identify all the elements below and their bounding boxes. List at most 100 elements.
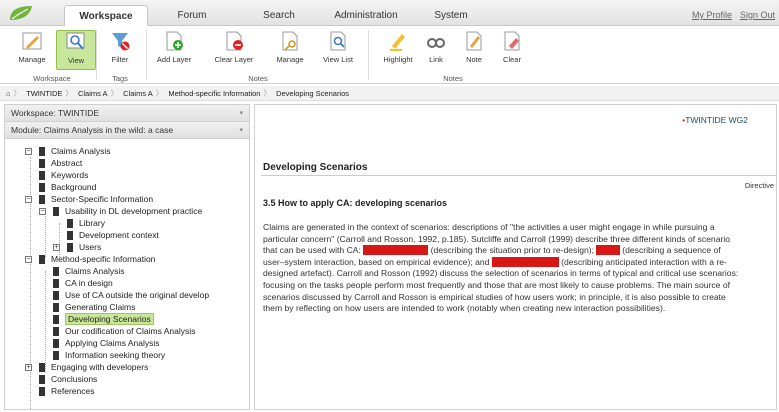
tree-node[interactable]: CA in design (53, 278, 113, 289)
tree-node[interactable]: Development context (67, 230, 159, 241)
breadcrumb-item[interactable]: Claims A (78, 86, 108, 101)
tree-node[interactable]: + Engaging with developers (25, 362, 148, 373)
breadcrumb-separator: 〉 (110, 89, 119, 98)
filter-button[interactable]: Filter (100, 30, 140, 70)
workgroup-badge: •TWINTIDE WG2 (682, 115, 748, 125)
section-body: Claims are generated in the context of s… (263, 222, 739, 314)
tree-node-selected[interactable]: Developing Scenarios (53, 313, 154, 325)
view-button[interactable]: View (56, 30, 96, 70)
pencil-icon (22, 32, 42, 50)
tree-node[interactable]: Information seeking theory (53, 350, 165, 361)
tree-node[interactable]: Library (67, 218, 105, 229)
my-profile-link[interactable]: My Profile (692, 10, 732, 20)
book-icon (53, 207, 59, 217)
note-button[interactable]: Note (454, 30, 494, 70)
module-header[interactable]: Module: Claims Analysis in the wild: a c… (5, 122, 249, 139)
page-icon (53, 315, 59, 325)
tree-node[interactable]: References (39, 386, 94, 397)
tab-forum[interactable]: Forum (164, 5, 220, 26)
collapse-toggle-icon[interactable]: − (25, 196, 32, 203)
group-divider (368, 30, 369, 80)
tree-node[interactable]: Applying Claims Analysis (53, 338, 159, 349)
page-icon (39, 375, 45, 385)
tab-search[interactable]: Search (254, 5, 304, 26)
breadcrumb-separator: 〉 (13, 89, 22, 98)
tree-node[interactable]: − Method-specific Information (25, 254, 155, 265)
breadcrumb-item[interactable]: TWINTIDE (26, 86, 62, 101)
tab-system[interactable]: System (428, 5, 474, 26)
add-layer-icon (166, 31, 183, 51)
highlight-button[interactable]: Highlight (378, 30, 418, 70)
tree-node[interactable]: − Claims Analysis (25, 146, 111, 157)
page-icon (53, 339, 59, 349)
workspace-header[interactable]: Workspace: TWINTIDE ▾ (5, 105, 249, 122)
module-tree: − Claims Analysis Abstract Keywords Backg… (5, 145, 251, 411)
note-icon (466, 31, 482, 51)
add-layer-button[interactable]: Add Layer (154, 30, 194, 70)
breadcrumb-item[interactable]: Claims A (123, 86, 153, 101)
page-icon (39, 183, 45, 193)
tree-line (45, 211, 46, 257)
tree-node[interactable]: − Sector-Specific Information (25, 194, 153, 205)
manage-workspace-button[interactable]: Manage (12, 30, 52, 70)
tab-workspace[interactable]: Workspace (64, 5, 148, 26)
highlighted-annotation[interactable]: envisioned usage (491, 256, 559, 267)
breadcrumb-separator: 〉 (65, 89, 73, 98)
expand-toggle-icon[interactable]: + (25, 364, 32, 371)
group-label-tags: Tags (112, 74, 128, 83)
tree-node[interactable]: Our codification of Claims Analysis (53, 326, 195, 337)
highlighted-annotation[interactable]: problem initiation (363, 245, 429, 256)
page-icon (53, 303, 59, 313)
collapse-icon[interactable]: ▾ (239, 122, 243, 139)
tree-line (45, 271, 46, 373)
page-icon (39, 171, 45, 181)
navigation-panel: Workspace: TWINTIDE ▾ Module: Claims Anal… (4, 104, 250, 410)
clear-notes-button[interactable]: Clear (492, 30, 532, 70)
tree-node[interactable]: Abstract (39, 158, 82, 169)
group-divider (146, 30, 147, 80)
link-button[interactable]: Link (416, 30, 456, 70)
book-icon (39, 195, 45, 205)
tree-node[interactable]: Claims Analysis (53, 266, 125, 277)
page-icon (67, 231, 73, 241)
tree-node[interactable]: Use of CA outside the original develop (53, 290, 209, 301)
tree-node[interactable]: + Users (53, 242, 101, 253)
page-title: Developing Scenarios (263, 162, 368, 173)
sign-out-link[interactable]: Sign Out (740, 10, 775, 20)
clear-layer-button[interactable]: Clear Layer (214, 30, 254, 70)
home-icon[interactable]: ⌂ (6, 86, 11, 101)
view-list-button[interactable]: View List (318, 30, 358, 70)
collapse-toggle-icon[interactable]: − (25, 256, 32, 263)
highlighter-icon (390, 34, 405, 51)
page-icon (53, 279, 59, 289)
breadcrumb-item-current[interactable]: Developing Scenarios (276, 86, 349, 101)
tree-node[interactable]: − Usability in DL development practice (39, 206, 202, 217)
tree-node[interactable]: Conclusions (39, 374, 97, 385)
breadcrumb-separator: 〉 (155, 89, 164, 98)
eraser-icon (504, 31, 520, 51)
clear-layer-icon (226, 31, 243, 51)
tree-node[interactable]: Keywords (39, 170, 88, 181)
group-divider (96, 30, 97, 80)
view-list-icon (330, 31, 346, 51)
breadcrumb-item[interactable]: Method-specific Information (168, 86, 260, 101)
book-icon (39, 147, 45, 157)
magnifier-icon (66, 32, 85, 50)
breadcrumb: ⌂ 〉 TWINTIDE 〉 Claims A 〉 Claims A 〉 Method-… (0, 86, 779, 101)
collapse-toggle-icon[interactable]: − (39, 208, 46, 215)
breadcrumb-separator: 〉 (263, 89, 271, 98)
tree-node[interactable]: Generating Claims (53, 302, 135, 313)
group-label-notes-2: Notes (443, 74, 463, 83)
page-icon (53, 351, 59, 361)
group-label-workspace: Workspace (33, 74, 71, 83)
link-icon (427, 38, 445, 48)
group-label-notes: Notes (248, 74, 268, 83)
manage-notes-button[interactable]: Manage (270, 30, 310, 70)
ribbon-toolbar: Manage View Filter Add Layer Clear Layer… (0, 26, 779, 84)
collapse-toggle-icon[interactable]: − (25, 148, 32, 155)
collapse-icon[interactable]: ▾ (239, 105, 243, 122)
highlighted-annotation[interactable]: usage (596, 245, 620, 256)
tab-administration[interactable]: Administration (330, 5, 402, 26)
tree-node[interactable]: Background (39, 182, 96, 193)
expand-toggle-icon[interactable]: + (53, 244, 60, 251)
